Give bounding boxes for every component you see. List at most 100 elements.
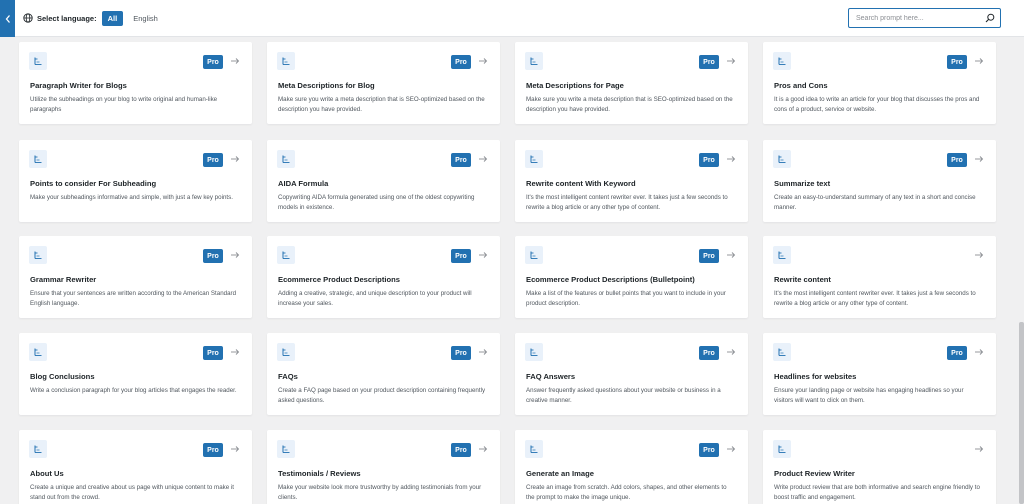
card-description: Answer frequently asked questions about … [526,387,721,404]
text-prompt-icon [530,57,538,65]
text-prompt-icon [282,155,290,163]
prompt-card[interactable]: Pro Testimonials / Reviews Make your websi… [267,430,500,504]
arrow-right-icon[interactable] [974,347,984,357]
prompt-type-icon [29,246,47,264]
language-all-button[interactable]: All [101,10,124,26]
arrow-right-icon[interactable] [478,347,488,357]
card-title: Rewrite content [774,275,831,284]
arrow-right-icon[interactable] [230,154,240,164]
pro-badge: Pro [203,55,223,69]
pro-badge: Pro [451,55,471,69]
prompt-type-icon [277,343,295,361]
arrow-right-icon[interactable] [726,154,736,164]
pro-badge: Pro [699,346,719,360]
arrow-right-icon[interactable] [230,444,240,454]
text-prompt-icon [778,251,786,259]
prompt-card[interactable]: Pro Summarize text Create an easy-to-under… [763,140,996,222]
prompt-card[interactable]: Pro Points to consider For Subheading Make… [19,140,252,222]
prompt-card[interactable]: Pro About Us Create a unique and creative … [19,430,252,504]
text-prompt-icon [778,445,786,453]
card-description: Create an easy-to-understand summary of … [774,194,976,211]
card-title: Headlines for websites [774,372,857,381]
prompt-type-icon [277,440,295,458]
language-label: Select language: [37,13,97,23]
search-icon[interactable] [985,13,995,23]
prompt-card[interactable]: Pro Paragraph Writer for Blogs Utilize the… [19,42,252,124]
prompt-type-icon [773,246,791,264]
text-prompt-icon [530,251,538,259]
card-title: About Us [30,469,64,478]
prompt-card[interactable]: Rewrite content It's the most intelligent… [763,236,996,318]
text-prompt-icon [34,155,42,163]
arrow-right-icon[interactable] [726,444,736,454]
prompt-type-icon [277,52,295,70]
pro-badge: Pro [203,346,223,360]
prompt-card[interactable]: Pro Generate an Image Create an image from… [515,430,748,504]
prompt-type-icon [29,150,47,168]
pro-badge: Pro [203,249,223,263]
prompt-card[interactable]: Pro Pros and Cons It is a good idea to wri… [763,42,996,124]
prompt-card[interactable]: Pro Ecommerce Product Descriptions Adding … [267,236,500,318]
card-description: Create an image from scratch. Add colors… [526,484,727,501]
pro-badge: Pro [203,443,223,457]
pro-badge: Pro [203,153,223,167]
prompt-type-icon [773,52,791,70]
arrow-right-icon[interactable] [478,250,488,260]
pro-badge: Pro [451,153,471,167]
arrow-right-icon[interactable] [974,154,984,164]
prompt-card[interactable]: Pro Meta Descriptions for Blog Make sure y… [267,42,500,124]
card-description: It's the most intelligent content rewrit… [774,290,976,307]
prompt-card[interactable]: Pro Blog Conclusions Write a conclusion pa… [19,333,252,415]
arrow-right-icon[interactable] [478,56,488,66]
text-prompt-icon [778,57,786,65]
card-description: Write product review that are both infor… [774,484,980,501]
pro-badge: Pro [699,55,719,69]
arrow-right-icon[interactable] [974,444,984,454]
arrow-right-icon[interactable] [974,250,984,260]
arrow-right-icon[interactable] [230,56,240,66]
prompt-card[interactable]: Pro Ecommerce Product Descriptions (Bulle… [515,236,748,318]
text-prompt-icon [282,348,290,356]
card-title: Meta Descriptions for Blog [278,81,375,90]
card-title: Generate an Image [526,469,594,478]
text-prompt-icon [34,348,42,356]
card-description: Ensure that your sentences are written a… [30,290,237,307]
text-prompt-icon [282,251,290,259]
arrow-right-icon[interactable] [726,56,736,66]
card-description: It is a good idea to write an article fo… [774,96,980,113]
prompt-card[interactable]: Pro Headlines for websites Ensure your lan… [763,333,996,415]
prompt-card[interactable]: Pro Grammar Rewriter Ensure that your sent… [19,236,252,318]
scrollbar[interactable] [1018,37,1024,504]
prompt-card[interactable]: Product Review Writer Write product revie… [763,430,996,504]
arrow-right-icon[interactable] [230,347,240,357]
arrow-right-icon[interactable] [726,347,736,357]
arrow-right-icon[interactable] [478,444,488,454]
card-title: Ecommerce Product Descriptions (Bulletpo… [526,275,695,284]
prompt-card[interactable]: Pro FAQ Answers Answer frequently asked qu… [515,333,748,415]
arrow-right-icon[interactable] [230,250,240,260]
card-title: Summarize text [774,179,831,188]
arrow-right-icon[interactable] [726,250,736,260]
text-prompt-icon [530,445,538,453]
scrollbar-thumb[interactable] [1019,322,1024,504]
prompt-card[interactable]: Pro AIDA Formula Copywriting AIDA formula … [267,140,500,222]
pro-badge: Pro [451,346,471,360]
card-title: Testimonials / Reviews [278,469,361,478]
prompt-type-icon [773,150,791,168]
search-input[interactable] [849,14,979,22]
collapse-sidebar-button[interactable] [0,0,15,37]
card-title: FAQ Answers [526,372,576,381]
prompt-card[interactable]: Pro Rewrite content With Keyword It's the … [515,140,748,222]
card-description: Utilize the subheadings on your blog to … [30,96,218,113]
card-description: Adding a creative, strategic, and unique… [278,290,472,307]
card-title: Points to consider For Subheading [30,179,157,188]
prompt-card[interactable]: Pro Meta Descriptions for Page Make sure y… [515,42,748,124]
arrow-right-icon[interactable] [974,56,984,66]
language-english-button[interactable]: English [131,10,160,27]
card-description: Copywriting AIDA formula generated using… [278,194,475,211]
prompt-type-icon [773,440,791,458]
prompt-type-icon [525,343,543,361]
arrow-right-icon[interactable] [478,154,488,164]
language-selector: Select language: All English [23,10,160,27]
prompt-card[interactable]: Pro FAQs Create a FAQ page based on your p… [267,333,500,415]
